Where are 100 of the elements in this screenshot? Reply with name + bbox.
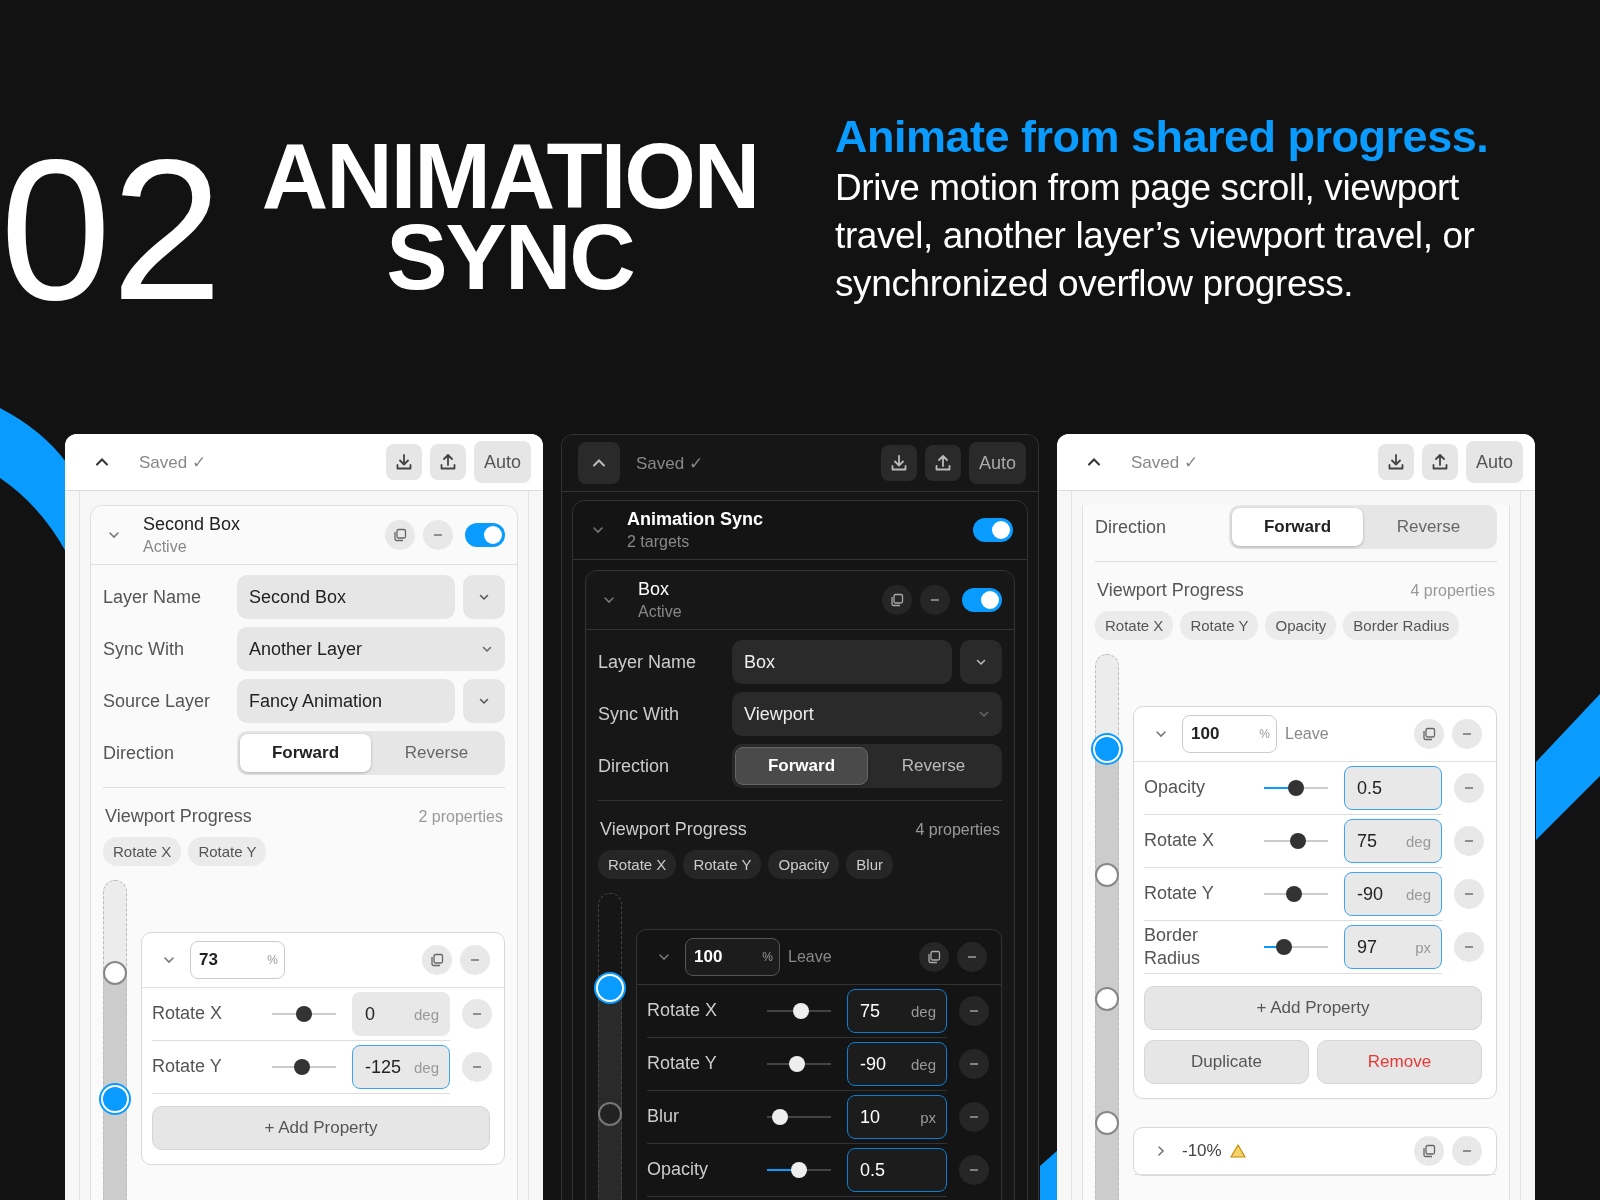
- property-tag: Blur: [846, 850, 894, 879]
- value-field[interactable]: -125 deg: [352, 1045, 450, 1089]
- direction-option[interactable]: Forward: [735, 747, 868, 785]
- offset-value: -10%: [1182, 1141, 1222, 1161]
- upload-button[interactable]: [429, 444, 466, 480]
- toggle-switch[interactable]: [962, 588, 1002, 612]
- field-label: Layer Name: [103, 586, 203, 608]
- copy-icon: [890, 593, 904, 607]
- download-button[interactable]: [1377, 444, 1414, 480]
- property-label: Rotate Y: [1144, 882, 1215, 906]
- select-field[interactable]: Viewport: [732, 692, 1002, 736]
- value-field[interactable]: -90 deg: [847, 1042, 947, 1086]
- value-field[interactable]: 0 deg: [352, 992, 450, 1036]
- duplicate-button[interactable]: [919, 942, 949, 972]
- download-button[interactable]: [880, 445, 917, 481]
- value-field[interactable]: 0.5: [847, 1148, 947, 1192]
- property-tag: Rotate X: [1095, 611, 1174, 640]
- copy-icon: [393, 528, 407, 542]
- auto-button[interactable]: Auto: [968, 442, 1026, 484]
- value-field[interactable]: 97 px: [1344, 925, 1442, 969]
- value-field[interactable]: -90 deg: [1344, 872, 1442, 916]
- slider-thumb[interactable]: [1288, 780, 1304, 796]
- direction-option[interactable]: Reverse: [868, 747, 999, 785]
- offset-field[interactable]: 73 %: [190, 941, 285, 979]
- slider-thumb[interactable]: [296, 1006, 312, 1022]
- select-field[interactable]: Box: [732, 640, 952, 684]
- value-field[interactable]: 0.5: [1344, 766, 1442, 810]
- keyframe-label: Leave: [1285, 725, 1329, 743]
- upload-icon: [933, 454, 952, 472]
- property-label: Rotate X: [152, 1002, 224, 1026]
- value-field[interactable]: 75 deg: [847, 989, 947, 1033]
- direction-option[interactable]: Reverse: [371, 734, 502, 772]
- section-heading: Viewport Progress: [105, 806, 252, 827]
- save-status: Saved ✓: [139, 451, 206, 473]
- field-label: Direction: [598, 755, 671, 777]
- value-field[interactable]: 10 px: [847, 1095, 947, 1139]
- copy-icon: [1422, 727, 1436, 741]
- direction-option[interactable]: Forward: [1232, 508, 1363, 546]
- offset-field[interactable]: 100 %: [685, 938, 780, 976]
- property-count: 4 properties: [915, 821, 1000, 839]
- download-icon: [1386, 453, 1405, 471]
- field-label: Sync With: [103, 638, 186, 660]
- property-label: Rotate X: [647, 999, 719, 1023]
- layer-title: Box: [638, 579, 671, 600]
- duplicate-button[interactable]: [1414, 1136, 1444, 1166]
- property-tag: Rotate Y: [188, 837, 267, 866]
- property-label: Blur: [647, 1105, 680, 1129]
- slider-thumb[interactable]: [293, 1059, 310, 1075]
- duplicate-button[interactable]: [422, 945, 452, 975]
- add-property-button[interactable]: + Add Property: [152, 1106, 490, 1150]
- collapse-button[interactable]: [578, 442, 620, 484]
- property-tag: Rotate X: [598, 850, 677, 879]
- field-label: Layer Name: [598, 651, 698, 673]
- property-label: Border Radius: [1144, 923, 1202, 970]
- property-label: Rotate Y: [152, 1055, 223, 1079]
- add-property-button[interactable]: + Add Property: [1144, 986, 1482, 1030]
- layer-title: Second Box: [143, 514, 241, 535]
- group-title: Animation Sync: [627, 509, 764, 530]
- property-label: Rotate Y: [647, 1052, 718, 1076]
- group-subtitle: 2 targets: [627, 533, 691, 551]
- direction-option[interactable]: Reverse: [1363, 508, 1494, 546]
- slider-thumb[interactable]: [771, 1109, 788, 1125]
- slider-thumb[interactable]: [788, 1056, 805, 1072]
- slider-thumb[interactable]: [1276, 939, 1292, 955]
- value-field[interactable]: 75 deg: [1344, 819, 1442, 863]
- property-label: Opacity: [1144, 776, 1207, 800]
- slider-thumb[interactable]: [1290, 833, 1307, 849]
- property-tag: Opacity: [768, 850, 840, 879]
- save-status: Saved ✓: [1131, 451, 1198, 473]
- property-label: Opacity: [647, 1158, 710, 1182]
- download-icon: [394, 453, 413, 471]
- select-field[interactable]: Fancy Animation: [237, 679, 455, 723]
- duplicate-button[interactable]: [385, 520, 415, 550]
- section-heading: Viewport Progress: [1097, 580, 1244, 601]
- section-number: 02: [0, 130, 223, 330]
- duplicate-button[interactable]: [882, 585, 912, 615]
- field-label: Sync With: [598, 703, 681, 725]
- slider-thumb[interactable]: [793, 1003, 810, 1019]
- auto-button[interactable]: Auto: [1465, 441, 1523, 483]
- keyframe-label: Leave: [788, 948, 832, 966]
- direction-option[interactable]: Forward: [240, 734, 371, 772]
- action-button[interactable]: Duplicate: [1144, 1040, 1309, 1084]
- toggle-switch[interactable]: [973, 518, 1013, 542]
- slider-thumb[interactable]: [1285, 886, 1302, 902]
- upload-button[interactable]: [924, 445, 961, 481]
- auto-button[interactable]: Auto: [473, 441, 531, 483]
- select-field[interactable]: Second Box: [237, 575, 455, 619]
- layer-status: Active: [638, 603, 682, 621]
- upload-icon: [438, 453, 457, 471]
- property-label: Rotate X: [1144, 829, 1216, 853]
- offset-field[interactable]: 100 %: [1182, 715, 1277, 753]
- upload-button[interactable]: [1421, 444, 1458, 480]
- copy-icon: [927, 950, 941, 964]
- download-button[interactable]: [385, 444, 422, 480]
- slider-thumb[interactable]: [791, 1162, 807, 1178]
- section-title: ANIMATION: [261, 136, 759, 217]
- duplicate-button[interactable]: [1414, 719, 1444, 749]
- field-label: Direction: [103, 742, 176, 764]
- toggle-switch[interactable]: [465, 523, 505, 547]
- select-field[interactable]: Another Layer: [237, 627, 505, 671]
